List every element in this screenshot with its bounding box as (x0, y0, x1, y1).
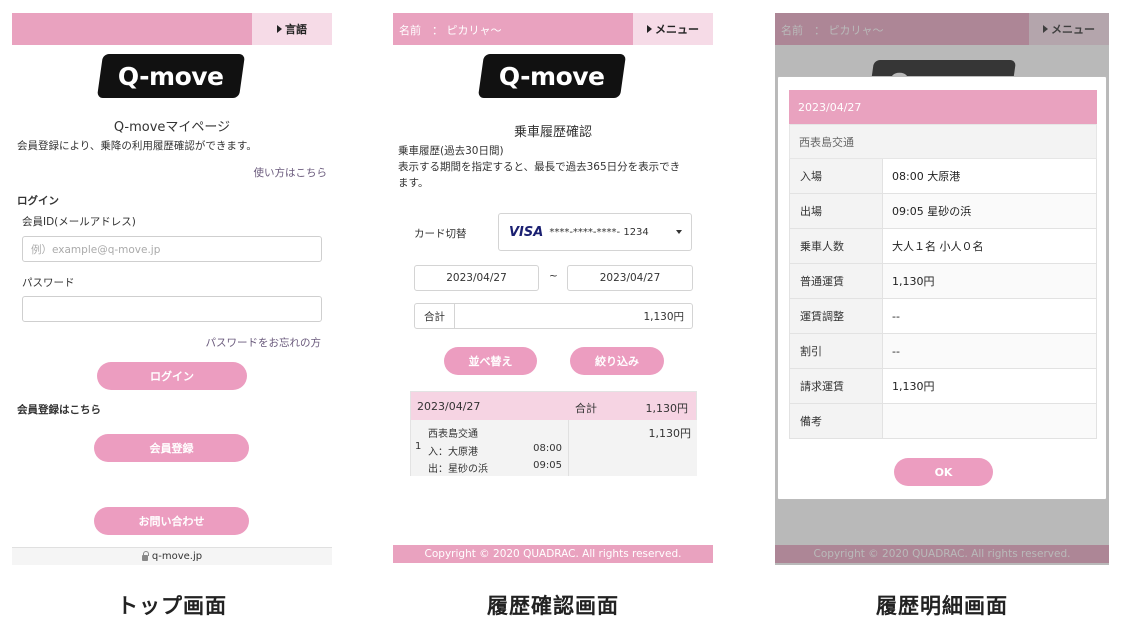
detail-key: 運賃調整 (790, 299, 883, 333)
total-box: 合計 1,130円 (414, 303, 693, 329)
qmove-logo: Q-move (96, 54, 246, 98)
result-header: 2023/04/27 合計 1,130円 (411, 392, 696, 420)
detail-table: 入場 08:00 大原港 出場 09:05 星砂の浜 乗車人数 大人１名 小人０名 普通運賃… (789, 159, 1097, 439)
register-heading: 会員登録はこちら (17, 404, 101, 416)
caret-down-icon (676, 230, 682, 234)
detail-row: 運賃調整 -- (789, 299, 1097, 334)
detail-row: 請求運賃 1,130円 (789, 369, 1097, 404)
footer-url: q-move.jp (151, 551, 203, 562)
menu-button-label: メニュー (655, 23, 699, 36)
result-detail: 1 西表島交通 入：大原港 08:00 出：星砂の浜 09:05 (411, 420, 569, 476)
result-total-value: 1,130円 (645, 402, 689, 415)
date-from-input[interactable]: 2023/04/27 (414, 265, 539, 291)
detail-row: 備考 (789, 404, 1097, 439)
row-fare: 1,130円 (648, 427, 692, 440)
total-value: 1,130円 (643, 310, 684, 323)
copyright-footer: Copyright © 2020 QUADRAC. All rights res… (393, 545, 713, 563)
header-bar: 名前 ： ピカリャ〜 メニュー (393, 13, 713, 45)
detail-key: 乗車人数 (790, 229, 883, 263)
result-total-label: 合計 (575, 402, 597, 415)
detail-key: 出場 (790, 194, 883, 228)
card-label: カード切替 (414, 228, 467, 240)
row-in: 入：大原港 (428, 447, 478, 458)
result-fare-cell: 1,130円 (569, 420, 697, 476)
language-button-label: 言語 (285, 23, 307, 36)
row-company: 西表島交通 (428, 429, 478, 440)
page-title: 乗車履歴確認 (513, 125, 592, 140)
caption-top-screen: トップ画面 (117, 594, 227, 618)
detail-value: -- (883, 334, 1096, 368)
detail-value: -- (892, 309, 900, 323)
filter-button[interactable]: 絞り込み (570, 347, 664, 375)
howto-link[interactable]: 使い方はこちら (254, 165, 328, 180)
history-detail-screen: 名前 ： ピカリャ〜 メニュー Q-move Copyright © 2020 … (775, 13, 1109, 565)
row-index: 1 (415, 441, 422, 452)
detail-row: 乗車人数 大人１名 小人０名 (789, 229, 1097, 264)
member-id-input[interactable]: 例）example@q-move.jp (22, 236, 322, 262)
date-separator: ~ (549, 270, 558, 282)
detail-value: 1,130円 (892, 380, 935, 393)
history-screen: 名前 ： ピカリャ〜 メニュー Q-move 乗車履歴確認 乗車履歴(過去30日… (393, 13, 713, 565)
detail-key: 請求運賃 (790, 369, 883, 403)
login-button[interactable]: ログイン (97, 362, 247, 390)
user-name: 名前 ： ピカリャ〜 (399, 24, 502, 37)
detail-value (883, 404, 1096, 438)
register-button[interactable]: 会員登録 (94, 434, 249, 462)
period-note: 表示する期間を指定すると、最長で過去365日分を表示でき (398, 161, 681, 173)
detail-key: 備考 (790, 404, 883, 438)
caption-history-screen: 履歴確認画面 (487, 594, 619, 618)
forgot-password-link[interactable]: パスワードをお忘れの方 (206, 335, 322, 350)
login-heading: ログイン (17, 195, 59, 207)
period-note-cont: ます。 (398, 177, 429, 189)
password-input[interactable] (22, 296, 322, 322)
triangle-right-icon (647, 25, 652, 33)
history-result[interactable]: 2023/04/27 合計 1,130円 1 西表島交通 入：大原港 08:00… (410, 391, 697, 476)
detail-key: 入場 (790, 159, 883, 193)
menu-button[interactable]: メニュー (633, 13, 713, 45)
card-select[interactable]: VISA ****-****-****- 1234 (498, 213, 692, 251)
qmove-logo: Q-move (477, 54, 627, 98)
row-out: 出：星砂の浜 (428, 464, 488, 475)
total-label: 合計 (415, 304, 455, 328)
detail-row: 入場 08:00 大原港 (789, 159, 1097, 194)
modal-company: 西表島交通 (789, 124, 1097, 159)
contact-button[interactable]: お問い合わせ (94, 507, 249, 535)
result-date: 2023/04/27 (417, 400, 481, 413)
sort-button[interactable]: 並べ替え (444, 347, 537, 375)
modal-date: 2023/04/27 (789, 90, 1097, 124)
detail-row: 出場 09:05 星砂の浜 (789, 194, 1097, 229)
language-button[interactable]: 言語 (252, 13, 332, 45)
ok-button[interactable]: OK (894, 458, 993, 486)
visa-logo: VISA (509, 224, 544, 240)
detail-row: 割引 -- (789, 334, 1097, 369)
detail-value: 09:05 星砂の浜 (883, 194, 1096, 228)
page-description: 会員登録により、乗降の利用履歴確認ができます。 (17, 140, 257, 152)
detail-modal: 2023/04/27 西表島交通 入場 08:00 大原港 出場 09:05 星砂の浜… (777, 76, 1107, 500)
detail-key: 割引 (790, 334, 883, 368)
row-in-time: 08:00 (533, 443, 562, 454)
detail-value: 1,130円 (883, 264, 1096, 298)
detail-key: 普通運賃 (790, 264, 883, 298)
caption-detail-screen: 履歴明細画面 (876, 594, 1008, 618)
password-label: パスワード (22, 277, 75, 289)
detail-value: 08:00 大原港 (892, 170, 961, 183)
member-id-label: 会員ID(メールアドレス) (22, 216, 136, 228)
triangle-right-icon (277, 25, 282, 33)
url-bar: q-move.jp (12, 547, 332, 565)
row-out-time: 09:05 (533, 460, 562, 471)
top-screen: 言語 Q-move Q-moveマイページ 会員登録により、乗降の利用履歴確認が… (12, 13, 332, 565)
page-title: Q-moveマイページ (113, 120, 231, 135)
history-note: 乗車履歴(過去30日間) (398, 145, 504, 157)
header-bar: 言語 (12, 13, 332, 45)
lock-icon (141, 550, 149, 561)
card-number: ****-****-****- 1234 (549, 226, 649, 238)
detail-row: 普通運賃 1,130円 (789, 264, 1097, 299)
date-to-input[interactable]: 2023/04/27 (567, 265, 693, 291)
detail-value: 大人１名 小人０名 (892, 240, 984, 253)
